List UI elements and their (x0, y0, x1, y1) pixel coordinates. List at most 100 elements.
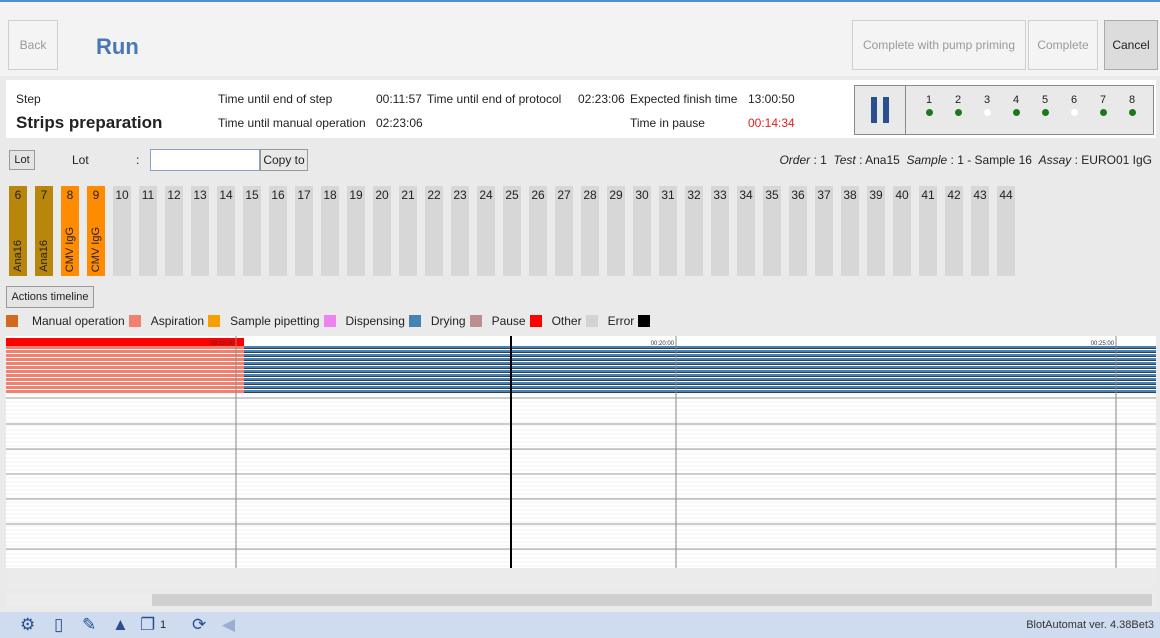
strip-slot[interactable]: 36 (789, 186, 807, 276)
timeline-tick-label: 00:25:00 (1091, 341, 1115, 347)
dispensing-bar-edge (244, 364, 1156, 365)
copies-count: 1 (160, 619, 167, 631)
strip-slot[interactable]: 6 Ana16 (9, 186, 27, 276)
slot-status-dot (1070, 109, 1078, 116)
strip-slot[interactable]: 9 CMV IgG (87, 186, 105, 276)
horizontal-scrollbar[interactable] (6, 594, 1156, 606)
strip-slot[interactable]: 7 Ana16 (35, 186, 53, 276)
pipette-icon[interactable]: ✎ (82, 616, 96, 634)
slot-indicator: 6 (1064, 94, 1084, 116)
manual-operation-bar (6, 390, 244, 393)
strip-slot[interactable]: 41 (919, 186, 937, 276)
strip-slot[interactable]: 8 CMV IgG (61, 186, 79, 276)
strip-slot[interactable]: 29 (607, 186, 625, 276)
strip-slot[interactable]: 31 (659, 186, 677, 276)
pause-button[interactable] (855, 86, 906, 134)
manual-operation-bar (6, 378, 244, 381)
strip-slot[interactable]: 37 (815, 186, 833, 276)
strip-slot[interactable]: 14 (217, 186, 235, 276)
strip-slot[interactable]: 44 (997, 186, 1015, 276)
strip-slot[interactable]: 18 (321, 186, 339, 276)
strip-slot[interactable]: 13 (191, 186, 209, 276)
strip-slot[interactable]: 38 (841, 186, 859, 276)
flask-icon[interactable]: ▲ (112, 616, 129, 634)
strip-slot[interactable]: 28 (581, 186, 599, 276)
manual-operation-bar (6, 354, 244, 357)
strip-slot[interactable]: 15 (243, 186, 261, 276)
strip-slot[interactable]: 21 (399, 186, 417, 276)
strip-slot[interactable]: 19 (347, 186, 365, 276)
speaker-muted-icon[interactable]: ◀ (222, 616, 235, 634)
back-button[interactable]: Back (8, 20, 58, 70)
strip-slot[interactable]: 17 (295, 186, 313, 276)
strip-slot[interactable]: 30 (633, 186, 651, 276)
strip-slot[interactable]: 40 (893, 186, 911, 276)
slot-number: 6 (1070, 94, 1078, 106)
sample-label: Sample (906, 153, 948, 167)
strip-slot[interactable]: 43 (971, 186, 989, 276)
time-end-step-value: 00:11:57 (376, 92, 422, 106)
strip-number: 44 (999, 188, 1013, 202)
strip-number: 6 (14, 188, 22, 202)
legend-label: Sample pipetting (230, 314, 320, 328)
slot-indicator: 8 (1122, 94, 1142, 116)
strip-slot[interactable]: 34 (737, 186, 755, 276)
strip-number: 29 (609, 188, 623, 202)
dispensing-bar-edge (244, 372, 1156, 373)
dispensing-bar-edge (244, 388, 1156, 389)
assay-label: Assay (1038, 153, 1072, 167)
strip-slot[interactable]: 42 (945, 186, 963, 276)
slot-number: 1 (925, 94, 933, 106)
scrollbar-thumb[interactable] (152, 594, 1152, 606)
strip-slot[interactable]: 12 (165, 186, 183, 276)
manual-operation-bar (6, 374, 244, 377)
refresh-icon[interactable]: ⟳ (192, 616, 206, 634)
copy-to-button[interactable]: Copy to (260, 149, 308, 171)
gear-icon[interactable]: ⚙ (20, 616, 35, 634)
bottle-icon[interactable]: ▯ (54, 616, 63, 634)
dispensing-bar (244, 358, 1156, 360)
lot-input[interactable] (150, 149, 260, 171)
strip-slot[interactable]: 33 (711, 186, 729, 276)
strip-number: 33 (713, 188, 727, 202)
slot-status-dot (983, 109, 991, 116)
dispensing-bar-edge (244, 384, 1156, 385)
complete-with-pump-priming-button[interactable]: Complete with pump priming (852, 20, 1026, 70)
strip-slot[interactable]: 39 (867, 186, 885, 276)
manual-operation-bar (6, 366, 244, 369)
slot-indicator: 5 (1035, 94, 1055, 116)
manual-operation-bar (6, 358, 244, 361)
dispensing-bar-edge (244, 376, 1156, 377)
step-name: Strips preparation (16, 113, 163, 132)
strip-slot[interactable]: 25 (503, 186, 521, 276)
slot-indicator: 7 (1093, 94, 1113, 116)
complete-button[interactable]: Complete (1028, 20, 1098, 70)
strip-slot[interactable]: 16 (269, 186, 287, 276)
cancel-button[interactable]: Cancel (1104, 20, 1158, 70)
strip-slot[interactable]: 22 (425, 186, 443, 276)
slot-status-dot (954, 109, 962, 116)
strip-slot[interactable]: 32 (685, 186, 703, 276)
strip-number: 19 (349, 188, 363, 202)
strip-slot[interactable]: 26 (529, 186, 547, 276)
manual-operation-bar (6, 370, 244, 373)
actions-timeline-button[interactable]: Actions timeline (6, 286, 94, 308)
strip-slot[interactable]: 23 (451, 186, 469, 276)
strip-slot[interactable]: 24 (477, 186, 495, 276)
slot-indicator: 3 (977, 94, 997, 116)
strip-number: 11 (141, 188, 155, 202)
strip-slot[interactable]: 10 (113, 186, 131, 276)
strip-slot[interactable]: 11 (139, 186, 157, 276)
strip-slot[interactable]: 20 (373, 186, 391, 276)
copies-icon[interactable]: ❐ (140, 616, 155, 634)
strip-number: 21 (401, 188, 415, 202)
strip-number: 12 (167, 188, 181, 202)
strip-number: 27 (557, 188, 571, 202)
strip-slot[interactable]: 35 (763, 186, 781, 276)
strip-slot[interactable]: 27 (555, 186, 573, 276)
strip-label: CMV IgG (90, 226, 102, 272)
legend-swatch (638, 315, 651, 327)
actions-timeline-chart[interactable]: 00:15:00 00:20:00 00:25:00 (6, 328, 1156, 588)
test-value: Ana15 (865, 153, 900, 167)
lot-button[interactable]: Lot (9, 150, 35, 170)
